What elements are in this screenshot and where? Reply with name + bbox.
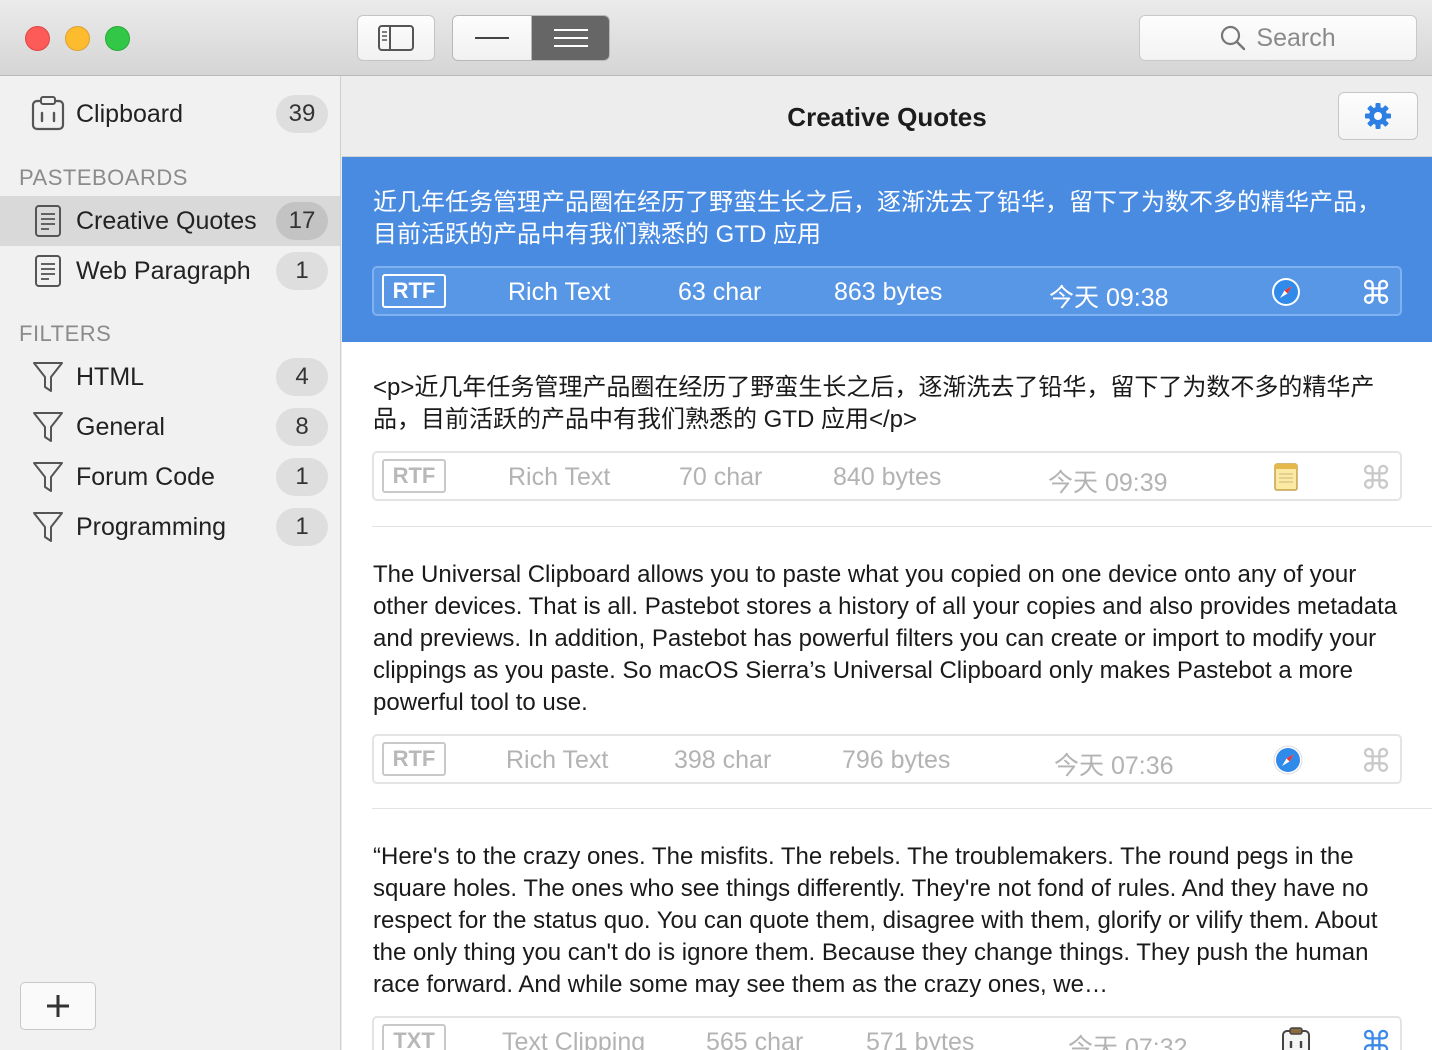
sidebar-item-label: General — [76, 412, 165, 441]
sidebar-item-general[interactable]: General 8 — [0, 402, 340, 452]
compact-view-button[interactable] — [453, 16, 531, 60]
clipping-metadata: RTF Rich Text 63 char 863 bytes 今天 09:38… — [372, 266, 1402, 316]
clipping-item[interactable]: The Universal Clipboard allows you to pa… — [342, 527, 1432, 809]
sidebar-item-label: Web Paragraph — [76, 256, 251, 285]
format-badge: RTF — [382, 742, 446, 776]
safari-icon — [1270, 276, 1302, 308]
clipping-metadata: RTF Rich Text 70 char 840 bytes 今天 09:39… — [372, 451, 1402, 501]
content-header: Creative Quotes — [342, 76, 1432, 157]
timestamp: 今天 07:36 — [1054, 752, 1174, 780]
char-count: 70 char — [679, 463, 763, 491]
page-title: Creative Quotes — [787, 102, 987, 132]
sidebar: Clipboard 39 PASTEBOARDS Creative Quotes… — [0, 76, 341, 1050]
byte-size: 840 bytes — [833, 463, 942, 491]
add-pasteboard-button[interactable] — [20, 982, 96, 1030]
clipping-text: “Here's to the crazy ones. The misfits. … — [373, 843, 1378, 998]
command-key-icon[interactable]: ⌘ — [1360, 1024, 1392, 1050]
filters-heading: FILTERS — [19, 321, 112, 346]
count-badge: 4 — [276, 358, 328, 396]
sidebar-item-web-paragraph[interactable]: Web Paragraph 1 — [0, 246, 340, 296]
command-key-icon[interactable]: ⌘ — [1360, 459, 1392, 497]
clipping-text: 近几年任务管理产品圈在经历了野蛮生长之后，逐渐洗去了铅华，留下了为数不多的精华产… — [373, 189, 1381, 248]
filter-icon — [30, 359, 66, 395]
clipping-item[interactable]: <p>近几年任务管理产品圈在经历了野蛮生长之后，逐渐洗去了铅华，留下了为数不多的… — [342, 342, 1432, 527]
sidebar-item-clipboard[interactable]: Clipboard 39 — [0, 89, 340, 139]
clipping-text: The Universal Clipboard allows you to pa… — [373, 561, 1398, 716]
zoom-window-button[interactable] — [105, 26, 130, 51]
command-key-icon[interactable]: ⌘ — [1360, 274, 1392, 312]
single-line-icon — [475, 37, 509, 39]
sidebar-item-html[interactable]: HTML 4 — [0, 352, 340, 402]
clipping-item[interactable]: “Here's to the crazy ones. The misfits. … — [342, 809, 1432, 1050]
gear-icon — [1365, 103, 1391, 129]
sidebar-item-label: Forum Code — [76, 462, 215, 491]
char-count: 398 char — [674, 746, 772, 774]
byte-size: 863 bytes — [834, 278, 943, 306]
content-type: Rich Text — [508, 463, 611, 491]
command-key-icon[interactable]: ⌘ — [1360, 742, 1392, 780]
count-badge: 17 — [276, 202, 328, 240]
sidebar-item-programming[interactable]: Programming 1 — [0, 502, 340, 552]
content-type: Text Clipping — [502, 1028, 646, 1050]
view-mode-segmented-control — [452, 15, 610, 61]
timestamp: 今天 07:32 — [1068, 1034, 1188, 1050]
safari-icon — [1272, 744, 1304, 776]
document-icon — [30, 253, 66, 289]
filter-icon — [30, 409, 66, 445]
clipping-text: <p>近几年任务管理产品圈在经历了野蛮生长之后，逐渐洗去了铅华，留下了为数不多的… — [373, 374, 1375, 433]
char-count: 565 char — [706, 1028, 804, 1050]
char-count: 63 char — [678, 278, 762, 306]
count-badge: 8 — [276, 408, 328, 446]
multi-line-icon — [553, 29, 588, 47]
sidebar-item-label: Creative Quotes — [76, 206, 257, 235]
settings-button[interactable] — [1338, 92, 1418, 140]
content-type: Rich Text — [508, 278, 611, 306]
clipping-metadata: RTF Rich Text 398 char 796 bytes 今天 07:3… — [372, 734, 1402, 784]
byte-size: 796 bytes — [842, 746, 951, 774]
format-badge: RTF — [382, 274, 446, 308]
timestamp: 今天 09:39 — [1048, 469, 1168, 497]
count-badge: 1 — [276, 458, 328, 496]
sidebar-item-label: Programming — [76, 512, 227, 541]
plus-icon — [47, 995, 69, 1017]
count-badge: 1 — [276, 508, 328, 546]
timestamp: 今天 09:38 — [1049, 284, 1169, 312]
clipboard-icon — [30, 96, 66, 132]
sidebar-icon — [378, 25, 414, 51]
clipping-metadata: TXT Text Clipping 565 char 571 bytes 今天 … — [372, 1016, 1402, 1050]
close-window-button[interactable] — [25, 26, 50, 51]
format-badge: RTF — [382, 459, 446, 493]
sidebar-item-forum-code[interactable]: Forum Code 1 — [0, 452, 340, 502]
count-badge: 1 — [276, 252, 328, 290]
expanded-view-button[interactable] — [531, 16, 609, 60]
byte-size: 571 bytes — [866, 1028, 975, 1050]
sidebar-item-label: HTML — [76, 362, 145, 391]
filter-icon — [30, 459, 66, 495]
minimize-window-button[interactable] — [65, 26, 90, 51]
main-panel: Creative Quotes 近几年任务管理产品圈在经历了野蛮生长之后，逐渐洗… — [342, 76, 1432, 1050]
toggle-sidebar-button[interactable] — [357, 15, 435, 61]
filter-icon — [30, 509, 66, 545]
sidebar-item-creative-quotes[interactable]: Creative Quotes 17 — [0, 196, 340, 246]
search-placeholder: Search — [1256, 23, 1336, 52]
search-icon — [1221, 25, 1246, 51]
pasteboards-heading: PASTEBOARDS — [19, 165, 188, 190]
count-badge: 39 — [276, 95, 328, 133]
clipping-item[interactable]: 近几年任务管理产品圈在经历了野蛮生长之后，逐渐洗去了铅华，留下了为数不多的精华产… — [342, 157, 1432, 342]
pastebot-icon — [1280, 1026, 1312, 1050]
search-field[interactable]: Search — [1139, 15, 1417, 61]
sidebar-item-label: Clipboard — [76, 99, 184, 128]
format-badge: TXT — [382, 1024, 446, 1050]
title-bar: Search — [0, 0, 1432, 76]
notes-icon — [1270, 461, 1302, 493]
content-type: Rich Text — [506, 746, 609, 774]
document-icon — [30, 203, 66, 239]
